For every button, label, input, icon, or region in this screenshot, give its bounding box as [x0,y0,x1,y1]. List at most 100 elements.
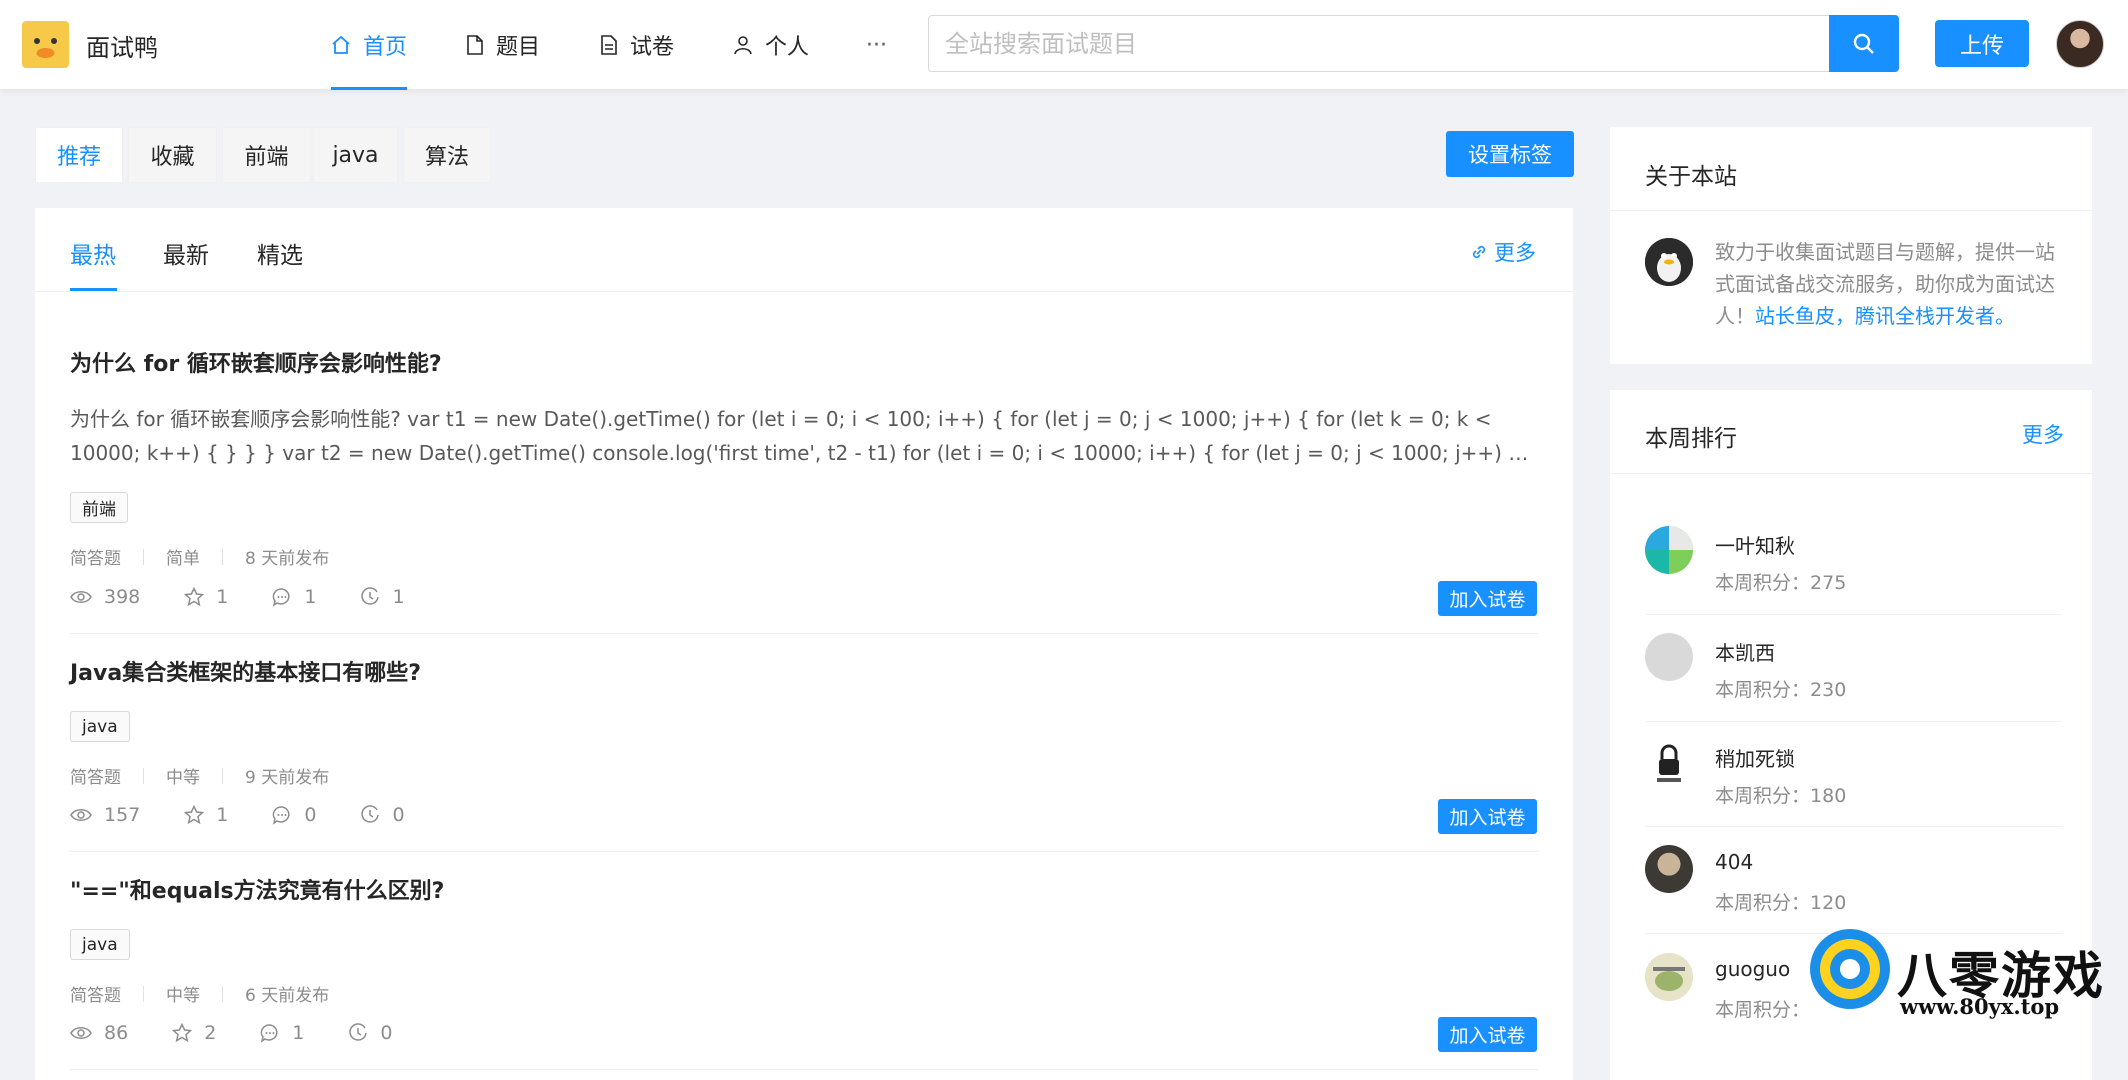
comment-count[interactable]: 1 [272,586,316,608]
comment-count-value: 0 [304,804,317,826]
question-title[interactable]: 为什么 for 循环嵌套顺序会影响性能? [70,346,442,378]
add-to-paper-button[interactable]: 加入试卷 [1438,1017,1537,1052]
star-count[interactable]: 1 [184,804,228,826]
site-name[interactable]: 面试鸭 [86,28,158,63]
add-to-paper-button[interactable]: 加入试卷 [1438,581,1537,616]
rank-username[interactable]: guoguo [1715,957,1790,981]
rank-divider [1645,614,2062,615]
star-icon [184,805,205,825]
view-count: 157 [70,804,140,826]
rank-score-value: 275 [1810,572,1847,594]
question-difficulty: 中等 [166,768,200,788]
rank-score: 本周积分：275 [1715,568,1846,595]
question-type: 简答题 [70,549,121,569]
eye-icon [70,809,92,821]
star-icon [184,587,205,607]
sort-tab-featured[interactable]: 精选 [257,236,303,270]
home-icon [332,35,350,54]
star-count[interactable]: 2 [172,1022,216,1044]
watermark-logo-icon [1810,929,1890,1009]
category-tab-frontend[interactable]: 前端 [222,127,311,183]
user-avatar[interactable] [2056,20,2104,68]
question-stats: 157 1 0 0 [70,804,449,826]
rank-score-value: 230 [1810,679,1847,701]
link-icon [1472,245,1486,259]
nav-papers-label: 试卷 [630,35,675,60]
nav-personal[interactable]: 个人 [733,0,809,90]
user-icon [734,36,752,55]
rank-divider [1645,826,2062,827]
nav-questions[interactable]: 题目 [466,0,540,90]
rank-avatar[interactable] [1645,845,1693,893]
rank-avatar[interactable] [1645,526,1693,574]
rank-score-label: 本周积分： [1715,572,1811,594]
question-time: 8 天前发布 [245,549,330,569]
rank-avatar[interactable] [1645,633,1693,681]
site-owner-avatar[interactable] [1645,238,1693,286]
comment-count[interactable]: 0 [272,804,316,826]
more-link[interactable]: 更多 [1470,237,1536,267]
history-count-value: 0 [392,804,405,826]
category-tab-recommend[interactable]: 推荐 [35,127,123,183]
rank-username[interactable]: 404 [1715,850,1753,874]
rank-avatar[interactable] [1645,739,1693,787]
rank-score: 本周积分：230 [1715,675,1846,702]
question-meta: 简答题 简单 8 天前发布 [70,544,329,569]
view-count: 86 [70,1022,128,1044]
ranking-more-link[interactable]: 更多 [2022,419,2064,449]
history-count: 0 [360,804,405,826]
view-count-value: 86 [104,1022,129,1044]
about-owner-link[interactable]: 站长鱼皮，腾讯全栈开发者。 [1755,304,2015,328]
category-tab-favorites[interactable]: 收藏 [128,127,217,183]
rank-score: 本周积分：180 [1715,781,1846,808]
lock-avatar-icon [1645,739,1693,787]
search-icon [1853,33,1874,54]
question-tag[interactable]: java [70,929,130,960]
rank-username[interactable]: 稍加死锁 [1715,743,1795,772]
clock-icon [349,1023,368,1041]
set-tags-button[interactable]: 设置标签 [1446,131,1574,177]
clock-icon [361,587,380,605]
question-type: 简答题 [70,768,121,788]
eye-icon [70,1027,92,1039]
comment-icon [260,1024,278,1043]
question-tag[interactable]: java [70,711,130,742]
nav-more-icon[interactable]: ··· [866,0,887,90]
sort-tab-hot[interactable]: 最热 [70,236,116,270]
search-button[interactable] [1829,15,1899,72]
category-tab-algorithm[interactable]: 算法 [403,127,491,183]
comment-count[interactable]: 1 [260,1022,304,1044]
question-title[interactable]: Java集合类框架的基本接口有哪些? [70,655,421,687]
rank-score-label: 本周积分： [1715,785,1811,807]
question-description: 为什么 for 循环嵌套顺序会影响性能? var t1 = new Date()… [70,402,1530,470]
nav-papers[interactable]: 试卷 [600,0,674,90]
nav-home[interactable]: 首页 [331,0,407,90]
pie-avatar-icon [1645,526,1693,574]
rank-username[interactable]: 本凯西 [1715,637,1775,666]
category-tab-java[interactable]: java [313,127,398,183]
question-title[interactable]: "=="和equals方法究竟有什么区别? [70,873,444,905]
question-description-text: 为什么 for 循环嵌套顺序会影响性能? var t1 = new Date()… [70,407,1522,465]
star-count-value: 1 [216,804,229,826]
upload-button[interactable]: 上传 [1935,20,2029,67]
star-count-value: 2 [204,1022,217,1044]
rank-username[interactable]: 一叶知秋 [1715,530,1795,559]
paper-icon [601,35,617,55]
about-divider [1610,210,2092,211]
question-time: 6 天前发布 [245,986,330,1006]
more-link-label: 更多 [1494,241,1536,265]
question-tag[interactable]: 前端 [70,492,128,523]
nav-questions-label: 题目 [496,35,541,60]
search-input[interactable] [928,15,1830,72]
duck-logo-icon[interactable] [22,21,69,68]
question-list-card [35,208,1573,1080]
rank-score-label: 本周积分： [1715,679,1811,701]
rank-score-label: 本周积分： [1715,999,1811,1021]
star-count[interactable]: 1 [184,586,228,608]
sort-tab-new[interactable]: 最新 [163,236,209,270]
history-count-value: 1 [392,586,405,608]
add-to-paper-button[interactable]: 加入试卷 [1438,799,1537,834]
rank-score: 本周积分：120 [1715,888,1846,915]
rank-avatar[interactable] [1645,953,1693,1001]
nav-active-indicator [331,87,407,90]
